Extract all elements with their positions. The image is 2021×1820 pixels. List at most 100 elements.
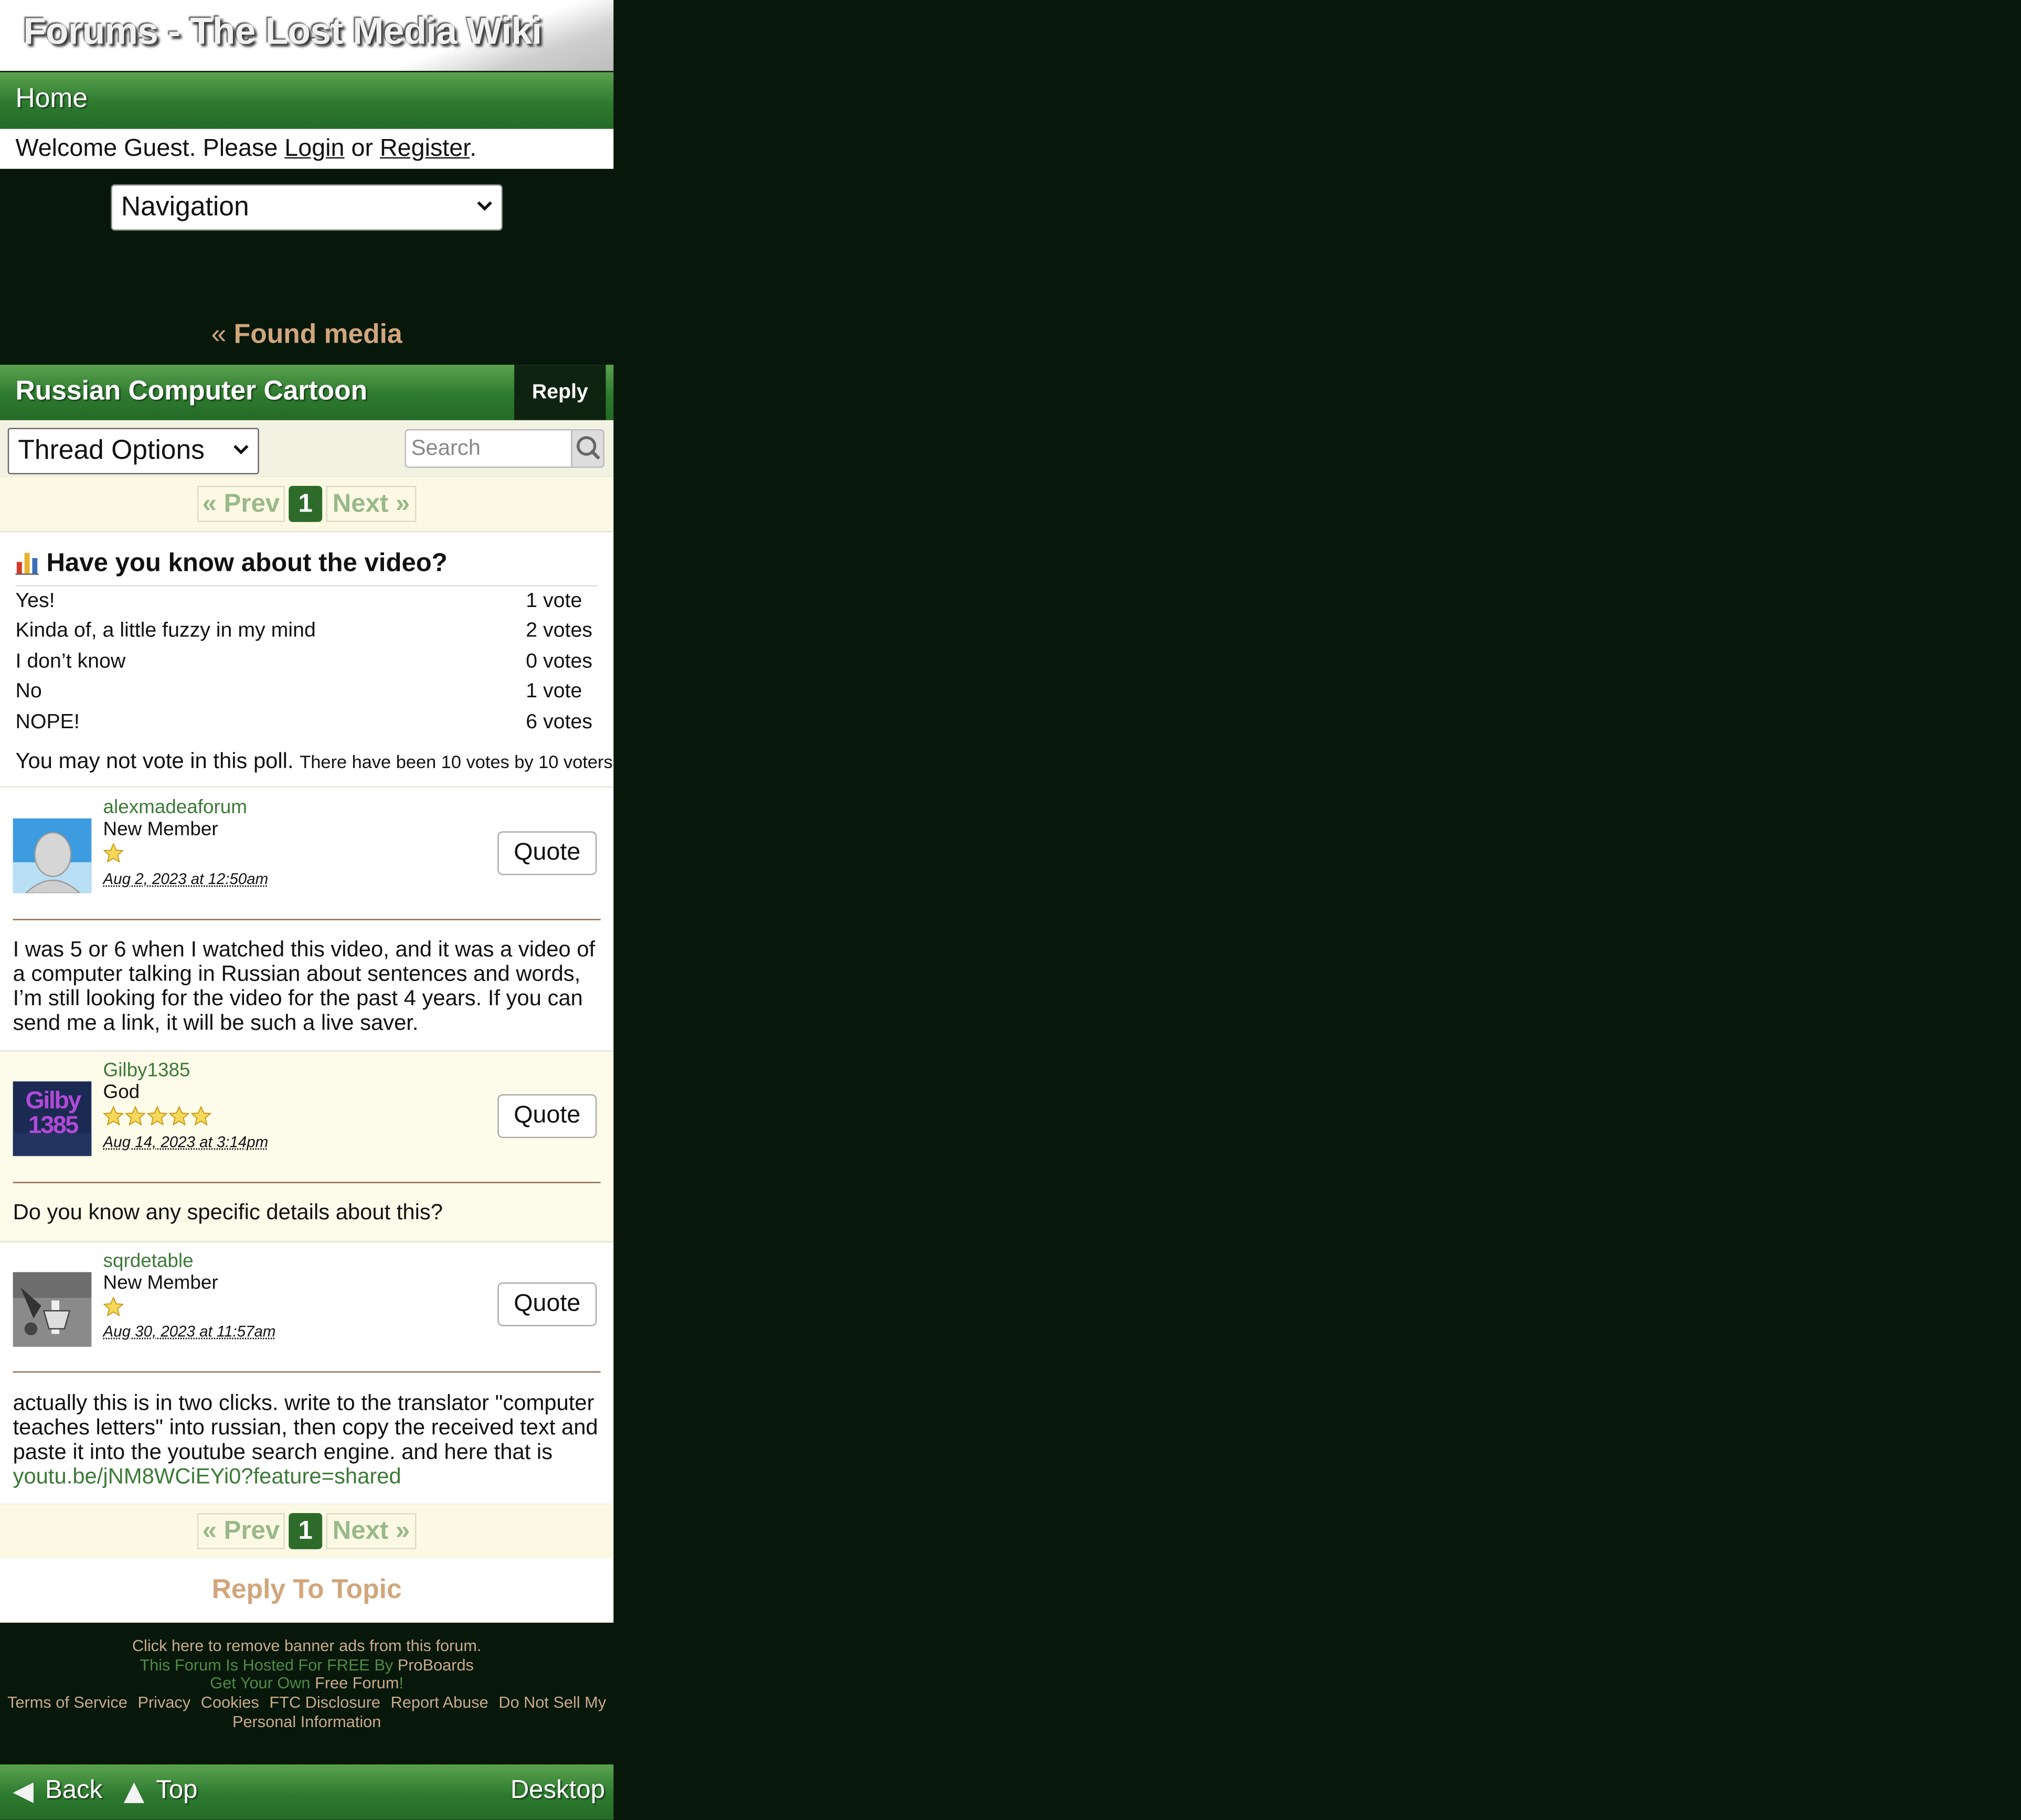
register-link[interactable]: Register xyxy=(380,135,470,163)
navigation-select[interactable]: Navigation xyxy=(111,184,503,231)
star-icon xyxy=(103,1296,124,1317)
home-link[interactable]: Home xyxy=(15,84,88,115)
chevron-down-icon xyxy=(477,201,492,211)
youtube-link[interactable]: youtu.be/jNM8WCiEYi0?feature=shared xyxy=(13,1464,401,1489)
prev-page-button[interactable]: « Prev xyxy=(197,486,285,522)
post-rank: New Member xyxy=(103,1272,218,1294)
thread-options-value: Thread Options xyxy=(18,435,205,465)
free-forum-link[interactable]: Free Forum xyxy=(315,1675,399,1693)
welcome-bar: Welcome Guest. Please Login or Register. xyxy=(0,129,614,169)
top-button[interactable]: Top xyxy=(156,1776,197,1806)
star-icon xyxy=(190,1105,211,1126)
breadcrumb-link-found-media[interactable]: Found media xyxy=(234,320,402,349)
post-date[interactable]: Aug 30, 2023 at 11:57am xyxy=(103,1322,276,1340)
personal-information-link[interactable]: Personal Information xyxy=(0,1712,613,1731)
search-placeholder: Search xyxy=(411,435,481,461)
prev-page-button[interactable]: « Prev xyxy=(197,1513,285,1549)
post-username[interactable]: Gilby1385 xyxy=(103,1059,190,1081)
poll: Have you know about the video? Yes! 1 vo… xyxy=(0,531,618,786)
star-icon xyxy=(103,1105,124,1126)
post-date[interactable]: Aug 14, 2023 at 3:14pm xyxy=(103,1133,269,1151)
reply-button[interactable]: Reply xyxy=(514,365,606,420)
rank-stars xyxy=(103,1296,125,1317)
welcome-text: Welcome Guest. Please Login or Register. xyxy=(15,135,476,164)
home-bar[interactable]: Home xyxy=(0,72,614,129)
avatar[interactable] xyxy=(13,818,92,893)
default-avatar-icon xyxy=(13,818,92,893)
login-link[interactable]: Login xyxy=(284,135,344,163)
rank-stars xyxy=(103,1105,213,1126)
do-not-sell-link[interactable]: Do Not Sell My xyxy=(498,1694,606,1711)
post-body: I was 5 or 6 when I watched this video, … xyxy=(13,936,595,1035)
post: sqrdetable New Member Aug 30, 2023 at 11… xyxy=(0,1241,614,1504)
up-arrow-icon xyxy=(123,1782,145,1803)
poll-option: No xyxy=(15,680,42,703)
chevron-down-icon xyxy=(233,445,249,455)
star-icon xyxy=(147,1105,168,1126)
current-page[interactable]: 1 xyxy=(289,1513,323,1549)
poll-question: Have you know about the video? xyxy=(46,549,448,578)
pagination-bottom: « Prev 1 Next » xyxy=(0,1504,614,1559)
poll-option: I don’t know xyxy=(15,651,126,673)
poll-vote-count: 6 votes xyxy=(526,711,593,733)
footer: Click here to remove banner ads from thi… xyxy=(0,1637,613,1732)
quote-button[interactable]: Quote xyxy=(497,831,597,876)
next-page-button[interactable]: Next » xyxy=(326,1513,417,1549)
hosted-by-line: This Forum Is Hosted For FREE By ProBoar… xyxy=(0,1656,613,1675)
rank-stars xyxy=(103,843,125,864)
thread-options-select[interactable]: Thread Options xyxy=(7,428,259,475)
thread-title: Russian Computer Cartoon xyxy=(15,376,368,406)
proboards-link[interactable]: ProBoards xyxy=(398,1656,474,1674)
bottom-bar: Back Top Desktop xyxy=(0,1764,614,1820)
free-forum-line: Get Your Own Free Forum! xyxy=(0,1675,613,1694)
current-page[interactable]: 1 xyxy=(289,486,323,522)
post: alexmadeaforum New Member Aug 2, 2023 at… xyxy=(0,786,614,1051)
poll-divider xyxy=(15,585,598,587)
photo-avatar-icon xyxy=(13,1272,92,1347)
poll-vote-count: 1 vote xyxy=(526,680,582,703)
quote-button[interactable]: Quote xyxy=(497,1282,597,1326)
avatar[interactable]: Gilby 1385 xyxy=(13,1081,92,1156)
poll-chart-icon xyxy=(15,552,39,575)
hosted-by-text: This Forum Is Hosted For FREE By xyxy=(140,1656,398,1674)
quote-button[interactable]: Quote xyxy=(497,1094,597,1138)
avatar[interactable] xyxy=(13,1272,92,1347)
post-divider xyxy=(13,1371,601,1373)
post-divider xyxy=(13,1182,601,1184)
post-username[interactable]: sqrdetable xyxy=(103,1250,194,1272)
cookies-link[interactable]: Cookies xyxy=(201,1694,259,1711)
post-body: Do you know any specific details about t… xyxy=(13,1200,443,1225)
star-icon xyxy=(103,843,124,863)
remove-ads-link[interactable]: Click here to remove banner ads from thi… xyxy=(0,1637,613,1656)
post-date[interactable]: Aug 2, 2023 at 12:50am xyxy=(103,870,269,888)
terms-of-service-link[interactable]: Terms of Service xyxy=(7,1694,127,1711)
banner-title: Forums - The Lost Media Wiki xyxy=(23,12,542,53)
post-rank: New Member xyxy=(103,818,218,840)
pagination-top: « Prev 1 Next » xyxy=(0,476,614,531)
free-forum-text: Get Your Own xyxy=(210,1675,315,1693)
desktop-button[interactable]: Desktop xyxy=(510,1776,605,1806)
star-icon xyxy=(125,1105,146,1126)
avatar-text: Gilby 1385 xyxy=(25,1088,81,1140)
post-body-text: actually this is in two clicks. write to… xyxy=(13,1390,598,1464)
post-rank: God xyxy=(103,1081,140,1103)
post-username[interactable]: alexmadeaforum xyxy=(103,796,247,818)
search-input[interactable]: Search xyxy=(405,429,572,468)
privacy-link[interactable]: Privacy xyxy=(137,1694,190,1711)
back-button[interactable]: Back xyxy=(45,1776,102,1806)
thread-options-row: Thread Options Search xyxy=(0,420,614,477)
forum-banner[interactable]: Forums - The Lost Media Wiki xyxy=(0,0,614,71)
poll-option: Kinda of, a little fuzzy in my mind xyxy=(15,620,316,642)
ftc-disclosure-link[interactable]: FTC Disclosure xyxy=(269,1694,380,1711)
poll-vote-count: 0 votes xyxy=(526,651,593,673)
report-abuse-link[interactable]: Report Abuse xyxy=(391,1694,488,1711)
search-button[interactable] xyxy=(571,429,605,468)
post-body: actually this is in two clicks. write to… xyxy=(13,1391,603,1489)
poll-summary: There have been 10 votes by 10 voters. xyxy=(300,751,618,772)
poll-vote-count: 2 votes xyxy=(526,620,593,642)
poll-option: Yes! xyxy=(15,590,55,612)
next-page-button[interactable]: Next » xyxy=(326,486,417,522)
page: Forums - The Lost Media Wiki Home Welcom… xyxy=(0,0,2021,1820)
reply-to-topic-button[interactable]: Reply To Topic xyxy=(0,1558,614,1623)
breadcrumb[interactable]: « Found media xyxy=(0,320,613,350)
